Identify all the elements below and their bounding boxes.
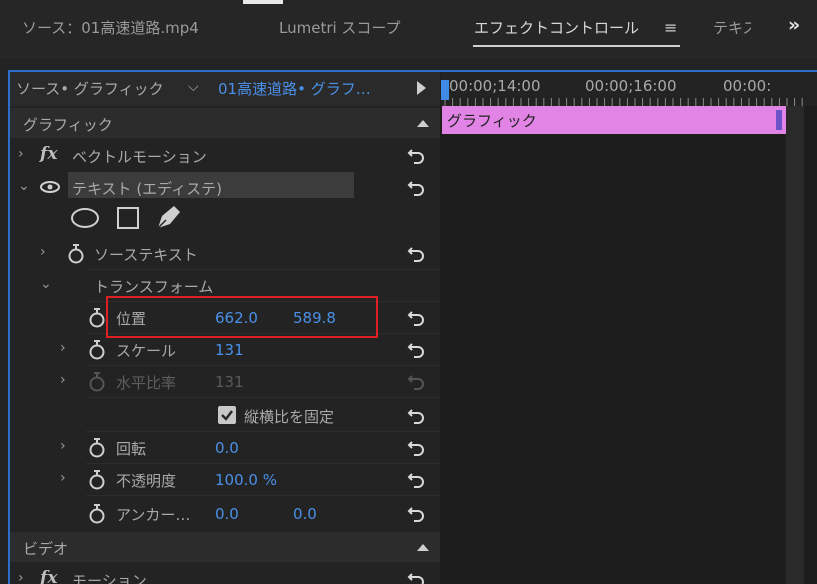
reset-icon[interactable] bbox=[405, 144, 427, 166]
stopwatch-icon[interactable] bbox=[88, 438, 106, 458]
clip-selector[interactable]: 01高速道路• グラフ… bbox=[218, 78, 371, 99]
section-video[interactable]: ビデオ bbox=[10, 532, 440, 562]
mask-tools-row bbox=[10, 204, 440, 238]
anchor-y-value[interactable]: 0.0 bbox=[293, 505, 317, 523]
tab-lumetri-scopes[interactable]: Lumetri スコープ bbox=[279, 17, 401, 38]
chevron-down-icon[interactable]: ⌄ bbox=[18, 178, 30, 194]
effect-row-motion: › fx モーション bbox=[10, 564, 440, 584]
collapse-triangle-icon[interactable] bbox=[417, 544, 429, 551]
mask-tools bbox=[71, 206, 180, 229]
active-tab-underline bbox=[473, 45, 680, 47]
tab-effect-controls[interactable]: エフェクトコントロール bbox=[474, 17, 639, 38]
tab-text[interactable]: テキス bbox=[713, 17, 751, 38]
timecode-label: 00:00: bbox=[723, 77, 772, 95]
reset-icon[interactable] bbox=[405, 404, 427, 426]
reset-icon[interactable] bbox=[405, 338, 427, 360]
collapse-triangle-icon[interactable] bbox=[417, 120, 429, 127]
reset-icon[interactable] bbox=[405, 306, 427, 328]
rotation-value[interactable]: 0.0 bbox=[215, 439, 239, 457]
fx-icon[interactable]: fx bbox=[40, 144, 57, 164]
chevron-down-icon[interactable]: ⌵ bbox=[188, 79, 199, 95]
chevron-right-icon[interactable]: › bbox=[60, 470, 66, 486]
opacity-value[interactable]: 100.0 % bbox=[215, 471, 277, 489]
stopwatch-icon[interactable] bbox=[88, 470, 106, 490]
reset-icon[interactable] bbox=[405, 242, 427, 264]
reset-icon[interactable] bbox=[405, 176, 427, 198]
tab-source[interactable]: ソース：01高速道路.mp4 bbox=[22, 17, 199, 38]
chevron-down-icon[interactable]: ⌄ bbox=[40, 276, 52, 292]
section-title: ビデオ bbox=[23, 540, 69, 558]
graphic-clip-bar[interactable]: グラフィック bbox=[442, 106, 786, 134]
chevron-right-icon[interactable]: › bbox=[18, 146, 24, 162]
property-name: 水平比率 bbox=[116, 374, 177, 392]
annotation-highlight-box bbox=[106, 296, 378, 338]
source-selector-bar: ソース• グラフィック ⌵ 01高速道路• グラフ… bbox=[10, 72, 440, 106]
rectangle-mask-icon[interactable] bbox=[117, 207, 139, 229]
time-ruler[interactable]: 00:00;14:00 00:00;16:00 00:00: bbox=[441, 72, 817, 106]
reset-icon[interactable] bbox=[405, 568, 427, 584]
tabs-overflow-icon[interactable]: » bbox=[788, 14, 800, 36]
play-only-clip-icon[interactable] bbox=[417, 81, 426, 95]
effect-row-source-text: › ソーステキスト bbox=[10, 238, 440, 270]
reset-icon bbox=[407, 375, 424, 390]
clip-end-handle[interactable] bbox=[776, 110, 782, 130]
top-indicator bbox=[243, 0, 283, 4]
chevron-right-icon[interactable]: › bbox=[18, 570, 24, 584]
panel-menu-icon[interactable]: ≡ bbox=[664, 18, 677, 37]
clip-label: グラフィック bbox=[447, 112, 537, 130]
chevron-right-icon[interactable]: › bbox=[60, 340, 66, 356]
reset-icon[interactable] bbox=[405, 502, 427, 524]
vertical-scrollbar[interactable] bbox=[786, 106, 804, 584]
property-name: 回転 bbox=[116, 440, 147, 458]
ellipse-mask-icon[interactable] bbox=[71, 208, 99, 228]
timecode-label: 00:00;14:00 bbox=[449, 77, 541, 95]
chevron-right-icon[interactable]: › bbox=[60, 438, 66, 454]
panel-tab-bar: ソース：01高速道路.mp4 Lumetri スコープ エフェクトコントロール … bbox=[0, 0, 817, 58]
uniform-scale-checkbox[interactable] bbox=[218, 406, 236, 424]
scale-width-value: 131 bbox=[215, 373, 244, 391]
scale-value[interactable]: 131 bbox=[215, 341, 244, 359]
master-source-label[interactable]: ソース• グラフィック bbox=[16, 78, 164, 99]
checkbox-label: 縦横比を固定 bbox=[244, 408, 335, 426]
reset-icon[interactable] bbox=[405, 468, 427, 490]
property-row-opacity: › 不透明度 100.0 % bbox=[10, 464, 440, 496]
effect-row-vector-motion: › fx ベクトルモーション bbox=[10, 140, 440, 172]
eye-icon[interactable] bbox=[40, 181, 60, 193]
property-row-anchor: アンカー… 0.0 0.0 bbox=[10, 498, 440, 530]
effect-timeline-pane: 00:00;14:00 00:00;16:00 00:00: グラフィック bbox=[441, 72, 817, 584]
pen-mask-icon[interactable] bbox=[157, 206, 180, 229]
reset-icon[interactable] bbox=[405, 436, 427, 458]
effect-name: ベクトルモーション bbox=[72, 148, 207, 166]
stopwatch-icon[interactable] bbox=[88, 340, 106, 360]
stopwatch-icon[interactable] bbox=[67, 244, 85, 264]
group-name: トランスフォーム bbox=[94, 278, 214, 296]
stopwatch-icon[interactable] bbox=[88, 308, 106, 328]
property-name: 不透明度 bbox=[116, 472, 177, 490]
section-title: グラフィック bbox=[23, 116, 113, 134]
property-row-rotation: › 回転 0.0 bbox=[10, 432, 440, 464]
stopwatch-icon bbox=[89, 372, 105, 392]
effect-row-text-layer: ⌄ テキスト (エディステ) bbox=[10, 172, 440, 204]
chevron-right-icon[interactable]: › bbox=[40, 244, 46, 260]
divider bbox=[86, 397, 440, 398]
anchor-x-value[interactable]: 0.0 bbox=[215, 505, 239, 523]
timecode-label: 00:00;16:00 bbox=[585, 77, 677, 95]
chevron-right-icon[interactable]: › bbox=[60, 372, 66, 388]
effect-name: モーション bbox=[72, 572, 147, 584]
property-name: ソーステキスト bbox=[94, 246, 198, 264]
layer-name: テキスト (エディステ) bbox=[72, 180, 222, 198]
playhead-icon[interactable] bbox=[441, 80, 449, 100]
divider bbox=[86, 495, 440, 496]
fx-icon[interactable]: fx bbox=[40, 568, 57, 584]
stopwatch-icon[interactable] bbox=[88, 504, 106, 524]
property-name: スケール bbox=[116, 342, 177, 360]
section-graphic[interactable]: グラフィック bbox=[10, 108, 440, 138]
property-name: アンカー… bbox=[116, 506, 191, 524]
property-row-uniform-scale: 縦横比を固定 bbox=[10, 400, 440, 432]
ruler-ticks bbox=[444, 98, 803, 106]
property-row-scale-width: › 水平比率 131 bbox=[10, 366, 440, 398]
property-row-scale: › スケール 131 bbox=[10, 334, 440, 366]
